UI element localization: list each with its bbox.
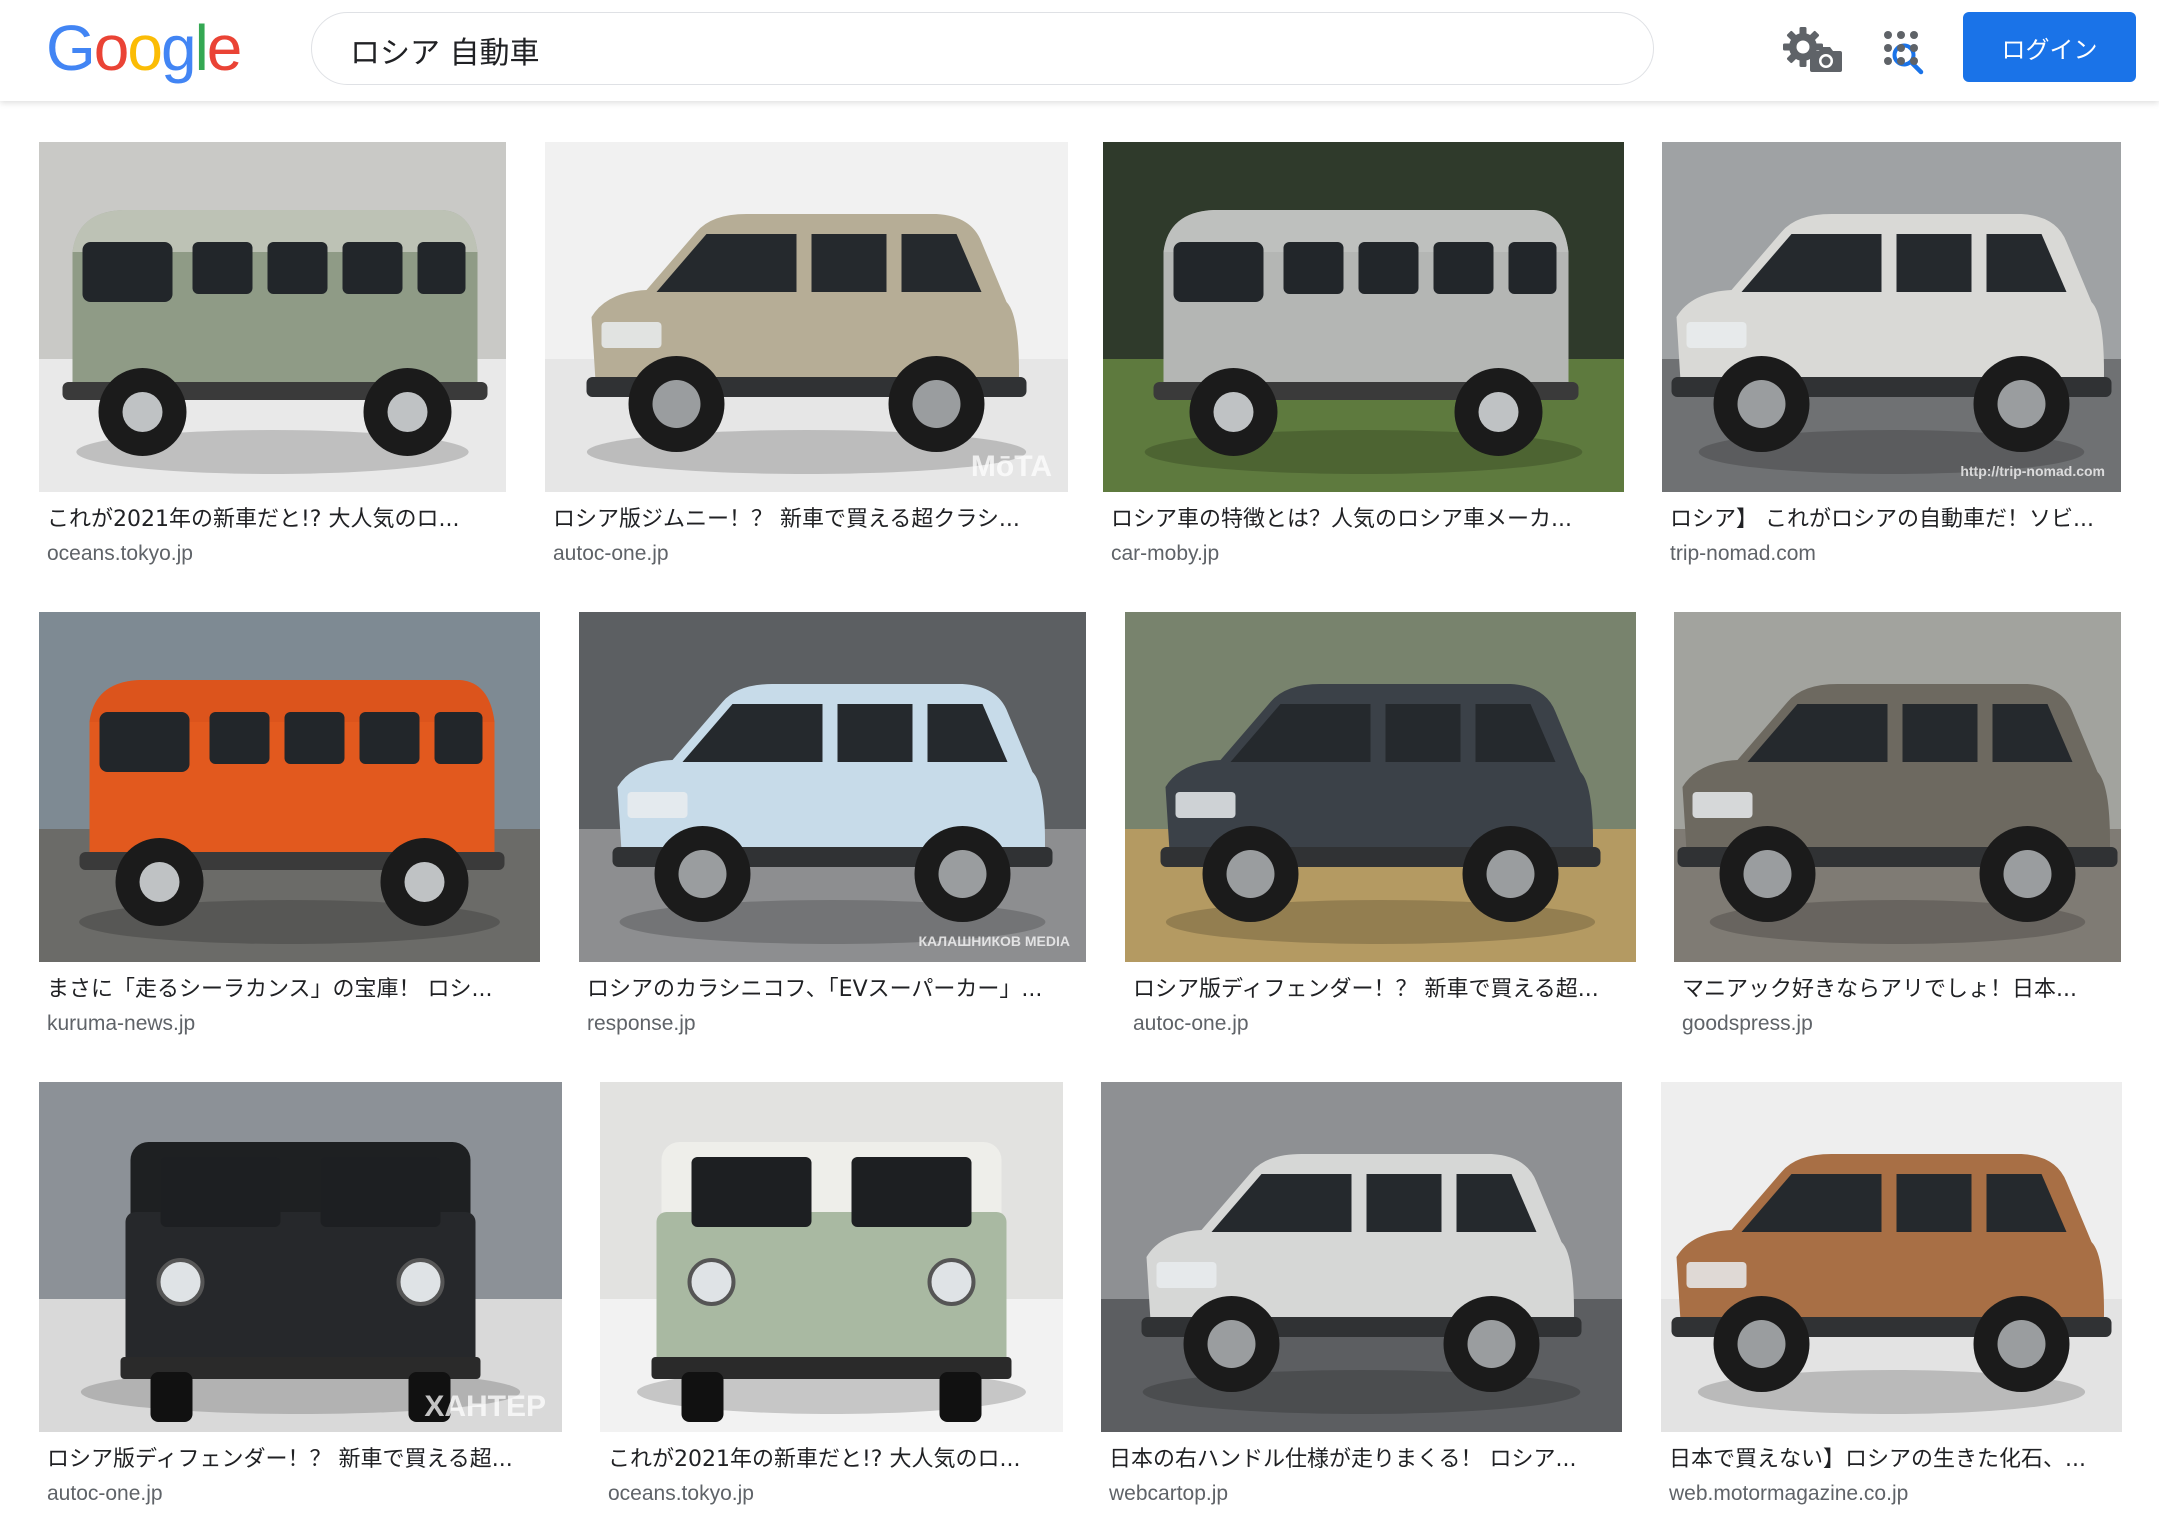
- image-result-card[interactable]: http://trip-nomad.com ロシア】 これがロシアの自動車だ！ソ…: [1662, 142, 2121, 582]
- apps-grid-icon[interactable]: [1877, 24, 1925, 72]
- result-title[interactable]: マニアック好きならアリでしょ！日本...: [1682, 974, 2117, 1006]
- result-domain[interactable]: kuruma-news.jp: [47, 1010, 536, 1038]
- top-bar: Google ロシア 自動車 ログイン: [0, 0, 2159, 101]
- result-thumbnail[interactable]: [1103, 142, 1624, 492]
- result-title[interactable]: まさに「走るシーラカンス」の宝庫！ ロシ...: [47, 974, 536, 1006]
- image-result-card[interactable]: まさに「走るシーラカンス」の宝庫！ ロシ... kuruma-news.jp: [39, 612, 540, 1052]
- result-thumbnail[interactable]: [600, 1082, 1063, 1432]
- result-thumbnail[interactable]: MōTA: [545, 142, 1068, 492]
- result-domain[interactable]: goodspress.jp: [1682, 1010, 2117, 1038]
- result-thumbnail[interactable]: [1125, 612, 1636, 962]
- image-result-card[interactable]: ロシア車の特徴とは？人気のロシア車メーカ... car-moby.jp: [1103, 142, 1624, 582]
- result-title[interactable]: ロシア車の特徴とは？人気のロシア車メーカ...: [1111, 504, 1620, 536]
- logo-letter: G: [46, 12, 96, 84]
- result-thumbnail[interactable]: [39, 612, 540, 962]
- image-results-grid: これが2021年の新車だと!? 大人気のロ... oceans.tokyo.jp …: [0, 101, 2159, 1533]
- result-title[interactable]: これが2021年の新車だと!? 大人気のロ...: [47, 504, 502, 536]
- result-title[interactable]: ロシアのカラシニコフ、「EVスーパーカー」...: [587, 974, 1082, 1006]
- login-button[interactable]: ログイン: [1963, 12, 2136, 82]
- result-domain[interactable]: response.jp: [587, 1010, 1082, 1038]
- logo-letter: l: [194, 12, 209, 84]
- result-title[interactable]: ロシア版ディフェンダー！？ 新車で買える超...: [1133, 974, 1632, 1006]
- result-thumbnail[interactable]: [1674, 612, 2121, 962]
- result-domain[interactable]: autoc-one.jp: [553, 540, 1064, 568]
- search-input[interactable]: [350, 27, 1450, 73]
- result-title[interactable]: 日本の右ハンドル仕様が走りまくる！ ロシア...: [1109, 1444, 1618, 1476]
- image-result-card[interactable]: ロシア版ディフェンダー！？ 新車で買える超... autoc-one.jp: [1125, 612, 1636, 1052]
- svg-text:ХАНТЕР: ХАНТЕР: [424, 1390, 546, 1423]
- result-thumbnail[interactable]: [39, 142, 506, 492]
- result-title[interactable]: これが2021年の新車だと!? 大人気のロ...: [608, 1444, 1059, 1476]
- result-domain[interactable]: autoc-one.jp: [1133, 1010, 1632, 1038]
- result-domain[interactable]: car-moby.jp: [1111, 540, 1620, 568]
- svg-text:http://trip-nomad.com: http://trip-nomad.com: [1960, 463, 2105, 479]
- logo-letter: e: [206, 12, 243, 84]
- logo-letter: o: [127, 12, 163, 84]
- image-result-card[interactable]: マニアック好きならアリでしょ！日本... goodspress.jp: [1674, 612, 2121, 1052]
- google-logo[interactable]: Google: [46, 8, 243, 88]
- image-result-card[interactable]: КАЛАШНИКОВ MEDIA ロシアのカラシニコフ、「EVスーパーカー」..…: [579, 612, 1086, 1052]
- image-result-card[interactable]: 日本で買えない】ロシアの生きた化石、... web.motormagazine.c…: [1661, 1082, 2122, 1522]
- svg-text:MōTA: MōTA: [971, 450, 1052, 483]
- logo-letter: o: [93, 12, 130, 84]
- image-result-card[interactable]: MōTA ロシア版ジムニー！？ 新車で買える超クラシ... autoc-one.j…: [545, 142, 1068, 582]
- result-domain[interactable]: webcartop.jp: [1109, 1480, 1618, 1508]
- result-thumbnail[interactable]: [1661, 1082, 2122, 1432]
- image-result-card[interactable]: 日本の右ハンドル仕様が走りまくる！ ロシア... webcartop.jp: [1101, 1082, 1622, 1522]
- svg-text:КАЛАШНИКОВ MEDIA: КАЛАШНИКОВ MEDIA: [918, 933, 1070, 949]
- search-box[interactable]: [311, 12, 1924, 85]
- logo-letter: g: [160, 12, 197, 84]
- result-domain[interactable]: autoc-one.jp: [47, 1480, 558, 1508]
- result-thumbnail[interactable]: http://trip-nomad.com: [1662, 142, 2121, 492]
- result-title[interactable]: ロシア版ジムニー！？ 新車で買える超クラシ...: [553, 504, 1064, 536]
- result-title[interactable]: 日本で買えない】ロシアの生きた化石、...: [1669, 1444, 2118, 1476]
- result-thumbnail[interactable]: [1101, 1082, 1622, 1432]
- image-result-card[interactable]: これが2021年の新車だと!? 大人気のロ... oceans.tokyo.jp: [39, 142, 506, 582]
- result-domain[interactable]: trip-nomad.com: [1670, 540, 2117, 568]
- gear-icon[interactable]: [1778, 22, 1828, 72]
- result-thumbnail[interactable]: КАЛАШНИКОВ MEDIA: [579, 612, 1086, 962]
- result-title[interactable]: ロシア】 これがロシアの自動車だ！ソビ...: [1670, 504, 2117, 536]
- result-title[interactable]: ロシア版ディフェンダー！？ 新車で買える超...: [47, 1444, 558, 1476]
- image-result-card[interactable]: ХАНТЕР ロシア版ディフェンダー！？ 新車で買える超... autoc-one…: [39, 1082, 562, 1522]
- image-result-card[interactable]: これが2021年の新車だと!? 大人気のロ... oceans.tokyo.jp: [600, 1082, 1063, 1522]
- result-domain[interactable]: web.motormagazine.co.jp: [1669, 1480, 2118, 1508]
- result-domain[interactable]: oceans.tokyo.jp: [608, 1480, 1059, 1508]
- result-thumbnail[interactable]: ХАНТЕР: [39, 1082, 562, 1432]
- result-domain[interactable]: oceans.tokyo.jp: [47, 540, 502, 568]
